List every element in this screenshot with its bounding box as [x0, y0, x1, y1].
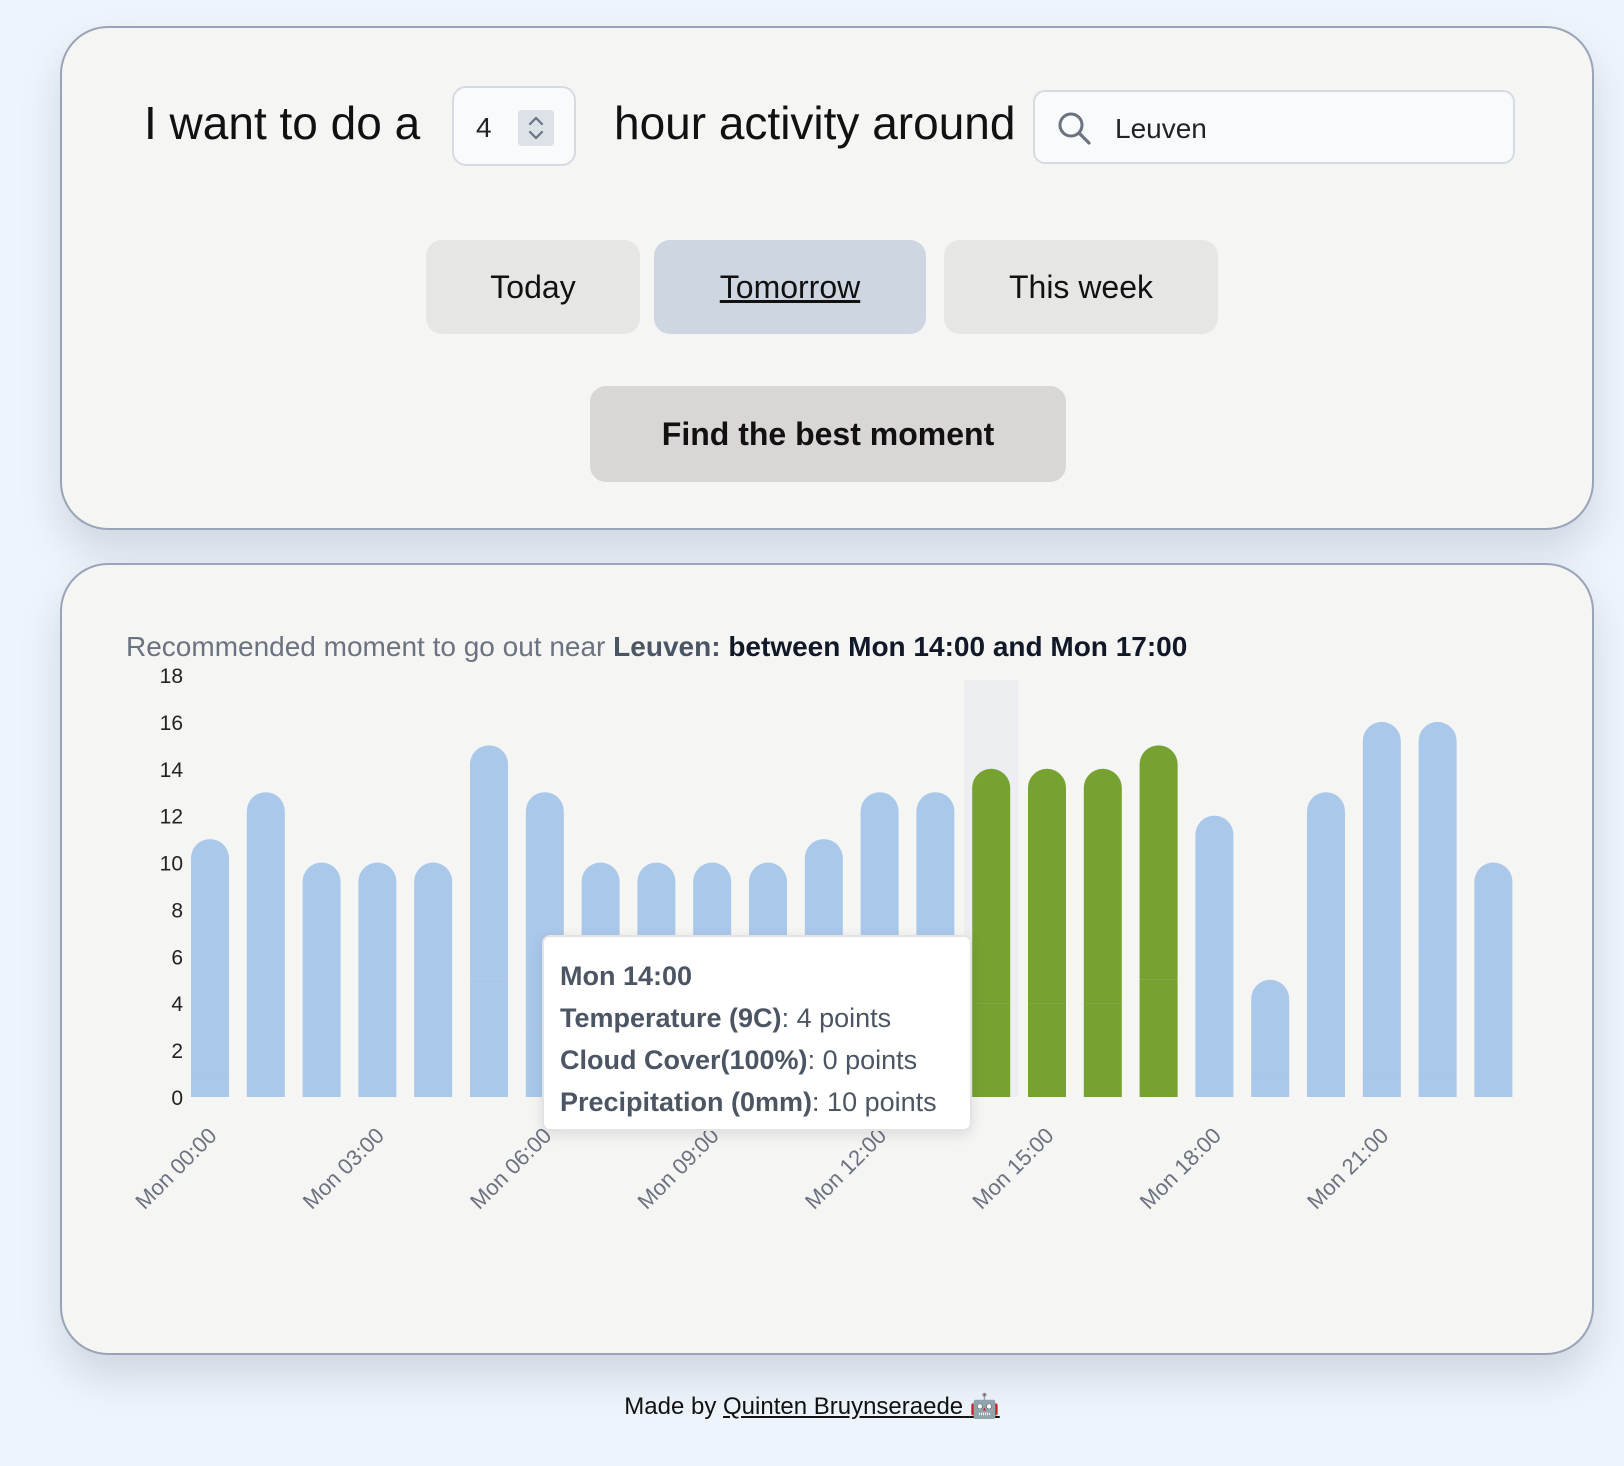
find-best-moment-button[interactable]: Find the best moment [590, 386, 1066, 482]
tooltip-title: Mon 14:00 [560, 961, 693, 991]
hours-stepper[interactable] [518, 110, 554, 146]
x-tick-label: Mon 18:00 [1135, 1123, 1226, 1214]
bar-segment [1251, 1073, 1290, 1097]
x-tick-label: Mon 09:00 [633, 1123, 724, 1214]
tomorrow-button[interactable]: Tomorrow [654, 240, 926, 334]
bar-segment [1418, 956, 1457, 1074]
bar-segment [358, 862, 397, 1097]
search-icon [1058, 112, 1091, 145]
bar-segment [1139, 745, 1178, 980]
bar-mon-19-00[interactable] [1251, 979, 1290, 1097]
tooltip-row: Temperature (9C): 4 points [560, 1003, 892, 1033]
bar-mon-03-00[interactable] [358, 862, 397, 1097]
bar-segment [1028, 768, 1066, 1004]
y-tick-label: 0 [171, 1087, 183, 1110]
bar-mon-01-00[interactable] [246, 792, 285, 1097]
bar-segment [414, 862, 453, 1097]
x-tick-label: Mon 21:00 [1302, 1123, 1393, 1214]
bar-segment [972, 768, 1011, 1004]
y-tick-label: 12 [160, 806, 183, 829]
footer: Made by Quinten Bruynseraede 🤖 [0, 1392, 1624, 1421]
bar-segment [1307, 1026, 1345, 1097]
bar-segment [1139, 979, 1178, 1097]
bar-segment [972, 1003, 1011, 1097]
bar-mon-20-00[interactable] [1307, 792, 1345, 1097]
bar-segment [1028, 1003, 1066, 1097]
bar-mon-04-00[interactable] [414, 862, 453, 1097]
bar-segment [191, 1073, 229, 1097]
y-tick-label: 2 [171, 1040, 183, 1063]
x-tick-label: Mon 06:00 [465, 1123, 556, 1214]
chart-tooltip: Mon 14:00 Temperature (9C): 4 points Clo… [542, 935, 972, 1131]
bar-mon-17-00[interactable] [1139, 745, 1178, 1097]
location-search-input[interactable]: Leuven [1033, 90, 1515, 164]
x-tick-label: Mon 03:00 [298, 1123, 389, 1214]
footer-text: Made by [624, 1393, 717, 1420]
bar-segment [1195, 815, 1234, 1097]
x-tick-label: Mon 00:00 [130, 1123, 221, 1214]
bar-segment [246, 792, 285, 1027]
y-tick-label: 10 [160, 853, 183, 876]
bar-segment [1474, 862, 1513, 1097]
result-card: Recommended moment to go out near Leuven… [60, 563, 1594, 1355]
chevron-up-down-icon [528, 116, 544, 140]
bar-mon-22-00[interactable] [1418, 721, 1457, 1097]
robot-icon: 🤖 [969, 1393, 1000, 1420]
activity-form-card: I want to do a 4 hour activity around Le… [60, 26, 1594, 530]
y-tick-label: 16 [160, 712, 183, 735]
bar-mon-15-00[interactable] [1028, 768, 1066, 1097]
y-tick-label: 8 [171, 899, 183, 922]
lead-text: I want to do a [144, 97, 421, 149]
hours-value: 4 [476, 112, 492, 143]
bar-segment [1362, 721, 1401, 957]
bar-segment [246, 1026, 285, 1097]
bar-segment [1083, 768, 1122, 1004]
bar-segment [302, 862, 341, 1097]
bar-mon-21-00[interactable] [1362, 721, 1401, 1097]
bar-mon-18-00[interactable] [1195, 815, 1234, 1097]
today-button[interactable]: Today [426, 240, 640, 334]
after-text: hour activity around [614, 97, 1016, 149]
y-tick-label: 14 [160, 759, 184, 782]
bar-segment [1362, 956, 1401, 1074]
bar-segment [1307, 792, 1345, 1027]
bar-mon-05-00[interactable] [470, 745, 508, 1097]
bar-mon-02-00[interactable] [302, 862, 341, 1097]
y-tick-label: 18 [160, 665, 183, 688]
y-tick-label: 6 [171, 946, 183, 969]
this-week-button[interactable]: This week [944, 240, 1218, 334]
bar-segment [1251, 979, 1290, 1074]
bar-mon-16-00[interactable] [1083, 768, 1122, 1097]
tooltip-row: Cloud Cover(100%): 0 points [560, 1045, 918, 1075]
bar-segment [1362, 1073, 1401, 1097]
y-tick-label: 4 [171, 993, 183, 1016]
x-tick-label: Mon 15:00 [967, 1123, 1058, 1214]
hours-number-input[interactable]: 4 [452, 86, 576, 166]
bar-segment [470, 979, 508, 1097]
bar-segment [1418, 721, 1457, 957]
bar-segment [1418, 1073, 1457, 1097]
bar-mon-00-00[interactable] [191, 839, 229, 1097]
tooltip-row: Precipitation (0mm): 10 points [560, 1087, 937, 1117]
bar-segment [191, 839, 229, 1074]
bar-mon-23-00[interactable] [1474, 862, 1513, 1097]
x-tick-label: Mon 12:00 [800, 1123, 891, 1214]
location-value: Leuven [1115, 113, 1207, 144]
bar-mon-14-00[interactable] [972, 768, 1011, 1097]
bar-segment [470, 745, 508, 980]
bar-segment [1083, 1003, 1122, 1097]
author-link[interactable]: Quinten Bruynseraede 🤖 [723, 1393, 1000, 1420]
